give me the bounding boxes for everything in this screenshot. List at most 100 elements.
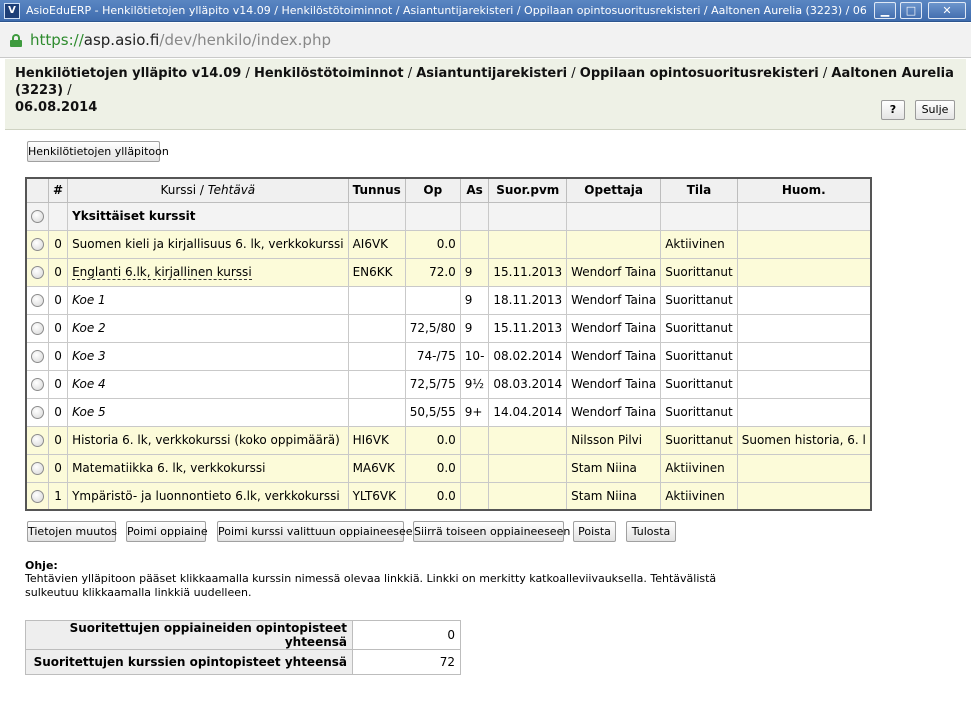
task-row: 0 Koe 1 9 18.11.2013 Wendorf Taina Suorittanu…: [25, 285, 872, 315]
row-radio[interactable]: [31, 294, 44, 307]
cell-op: [404, 285, 461, 315]
minimize-button[interactable]: ▁: [874, 2, 896, 19]
row-radio[interactable]: [31, 266, 44, 279]
breadcrumb-item: Henkilöstötoiminnot: [253, 66, 404, 81]
col-index: #: [47, 177, 69, 203]
row-radio[interactable]: [31, 462, 44, 475]
cell-op: 72,5/80: [404, 313, 461, 343]
cell-code: [347, 397, 406, 427]
select-cell: [25, 313, 49, 343]
breadcrumb-item: Asiantuntijarekisteri: [416, 66, 568, 81]
cell-op: 72.0: [404, 257, 461, 287]
print-button[interactable]: Tulosta: [626, 521, 676, 542]
back-to-personnel-button[interactable]: Henkilötietojen ylläpitoon: [27, 141, 169, 162]
subjects-total-value: 0: [352, 620, 461, 650]
breadcrumb-date: 06.08.2014: [15, 100, 98, 115]
task-name-cell: Koe 3: [67, 341, 349, 371]
course-table: # Kurssi / Tehtävä Tunnus Op As Suor.pvm…: [25, 177, 872, 511]
help-title: Ohje:: [25, 559, 58, 572]
group-idx-cell: [47, 201, 69, 231]
breadcrumb-separator: /: [241, 66, 254, 81]
cell-code: YLT6VK: [347, 481, 406, 511]
cell-as: [459, 453, 490, 483]
task-row: 0 Koe 5 50,5/55 9+ 14.04.2014 Wendorf Taina Su…: [25, 397, 872, 427]
task-row: 0 Koe 4 72,5/75 9½ 08.03.2014 Wendorf Taina Su…: [25, 369, 872, 399]
row-radio[interactable]: [31, 406, 44, 419]
cell-op: 0.0: [404, 453, 461, 483]
group-radio[interactable]: [31, 210, 44, 223]
task-name-cell: Koe 1: [67, 285, 349, 315]
move-to-subject-button[interactable]: Siirrä toiseen oppiaineeseen: [413, 521, 570, 542]
col-select: [25, 177, 49, 203]
close-window-button[interactable]: ✕: [928, 2, 966, 19]
help-text: Tehtävien ylläpitoon pääset klikkaamalla…: [25, 572, 717, 599]
course-name-cell: Historia 6. lk, verkkokurssi (koko oppim…: [67, 425, 349, 455]
cell-date: [488, 453, 568, 483]
cell-teacher: Wendorf Taina: [566, 397, 662, 427]
window-title-bar: V AsioEduERP - Henkilötietojen ylläpito …: [0, 0, 971, 22]
row-radio[interactable]: [31, 489, 44, 503]
row-radio[interactable]: [31, 238, 44, 251]
pick-subject-button[interactable]: Poimi oppiaine: [126, 521, 208, 542]
row-radio[interactable]: [31, 434, 44, 447]
row-radio[interactable]: [31, 378, 44, 391]
course-row: 0 Englanti 6.lk, kirjallinen kurssi EN6KK 7…: [25, 257, 872, 287]
table-header-row: # Kurssi / Tehtävä Tunnus Op As Suor.pvm…: [25, 177, 872, 203]
subjects-total-label: Suoritettujen oppiaineiden opintopisteet…: [25, 620, 353, 650]
cell-status: Suorittanut: [660, 341, 738, 371]
cell-teacher: Wendorf Taina: [566, 313, 662, 343]
cell-as: 10-: [459, 341, 490, 371]
col-code: Tunnus: [347, 177, 406, 203]
courses-total-label: Suoritettujen kurssien opintopisteet yht…: [25, 649, 353, 675]
select-cell: [25, 453, 49, 483]
cell-date: [488, 425, 568, 455]
cell-op: 72,5/75: [404, 369, 461, 399]
close-button[interactable]: Sulje: [915, 100, 955, 120]
cell-note: [736, 285, 872, 315]
breadcrumb-separator: /: [63, 83, 72, 98]
main-content: Henkilötietojen ylläpitoon # Kurssi / Te…: [5, 131, 966, 714]
breadcrumb-separator: /: [403, 66, 417, 81]
select-cell: [25, 481, 49, 511]
select-cell: [25, 341, 49, 371]
task-name-cell: Koe 2: [67, 313, 349, 343]
cell-code: [347, 369, 406, 399]
cell-op: 74-/75: [404, 341, 461, 371]
course-name: Ympäristö- ja luonnontieto 6.lk, verkkok…: [72, 488, 340, 503]
task-name: Koe 3: [72, 349, 106, 363]
task-name: Koe 1: [72, 293, 106, 307]
help-button[interactable]: ?: [881, 100, 905, 120]
row-index: 0: [47, 229, 69, 259]
delete-button[interactable]: Poista: [573, 521, 616, 542]
cell-date: 18.11.2013: [488, 285, 568, 315]
row-radio[interactable]: [31, 322, 44, 335]
url-scheme: https://: [30, 31, 84, 49]
row-radio[interactable]: [31, 350, 44, 363]
col-status: Tila: [660, 177, 738, 203]
cell-teacher: Nilsson Pilvi: [566, 425, 662, 455]
app-logo-icon: V: [4, 3, 20, 19]
cell-as: [459, 481, 490, 511]
courses-total-value: 72: [352, 649, 461, 675]
course-tasks-link[interactable]: Englanti 6.lk, kirjallinen kurssi: [72, 265, 252, 280]
url-text[interactable]: https://asp.asio.fi/dev/henkilo/index.ph…: [30, 31, 331, 49]
col-task-label: Tehtävä: [207, 183, 256, 198]
address-bar[interactable]: https://asp.asio.fi/dev/henkilo/index.ph…: [0, 23, 971, 58]
cell-as: [459, 229, 490, 259]
row-index: 0: [47, 369, 69, 399]
maximize-button[interactable]: □: [900, 2, 922, 19]
pick-course-button[interactable]: Poimi kurssi valittuun oppiaineeseen: [217, 521, 420, 542]
task-name: Koe 5: [72, 405, 106, 419]
col-course-label: Kurssi /: [160, 183, 208, 198]
totals-row-subjects: Suoritettujen oppiaineiden opintopisteet…: [25, 620, 461, 650]
cell-date: 15.11.2013: [488, 257, 568, 287]
edit-button[interactable]: Tietojen muutos: [27, 521, 117, 542]
cell-note: [736, 313, 872, 343]
col-date: Suor.pvm: [488, 177, 568, 203]
cell-note: [736, 257, 872, 287]
course-name-cell: Ympäristö- ja luonnontieto 6.lk, verkkok…: [67, 481, 349, 511]
cell-code: [347, 313, 406, 343]
cell-as: 9: [459, 257, 490, 287]
cell-status: Suorittanut: [660, 313, 738, 343]
course-name-cell: Matematiikka 6. lk, verkkokurssi: [67, 453, 349, 483]
